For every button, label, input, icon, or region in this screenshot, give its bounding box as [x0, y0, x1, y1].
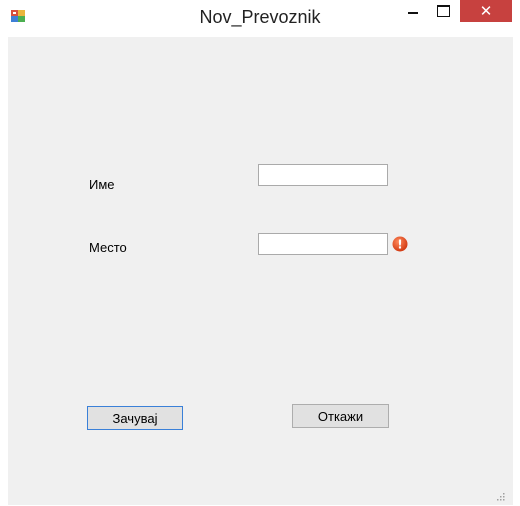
place-input[interactable]: [258, 233, 388, 255]
save-button-label: Зачувај: [112, 410, 158, 426]
close-button[interactable]: ✕: [460, 0, 512, 22]
save-button[interactable]: Зачувај: [87, 406, 183, 430]
error-icon-glyph: !: [397, 238, 402, 252]
maximize-icon: [436, 5, 450, 17]
place-label: Место: [89, 240, 127, 255]
resize-grip-icon[interactable]: [495, 491, 505, 501]
error-icon[interactable]: !: [392, 236, 408, 252]
cancel-button[interactable]: Откажи: [292, 404, 389, 428]
cancel-button-label: Откажи: [317, 408, 364, 424]
close-icon: ✕: [479, 2, 493, 20]
name-label: Име: [89, 177, 115, 192]
minimize-icon: [408, 12, 418, 14]
minimize-button[interactable]: [400, 0, 426, 22]
title-bar[interactable]: Nov_Prevoznik ✕: [0, 0, 520, 36]
name-input[interactable]: [258, 164, 388, 186]
form-client-area: Име Место ! Зачувај Откажи: [8, 37, 513, 505]
maximize-button[interactable]: [430, 0, 456, 22]
application-window: Nov_Prevoznik ✕ Име Место ! Зачувај Отка…: [0, 0, 520, 506]
